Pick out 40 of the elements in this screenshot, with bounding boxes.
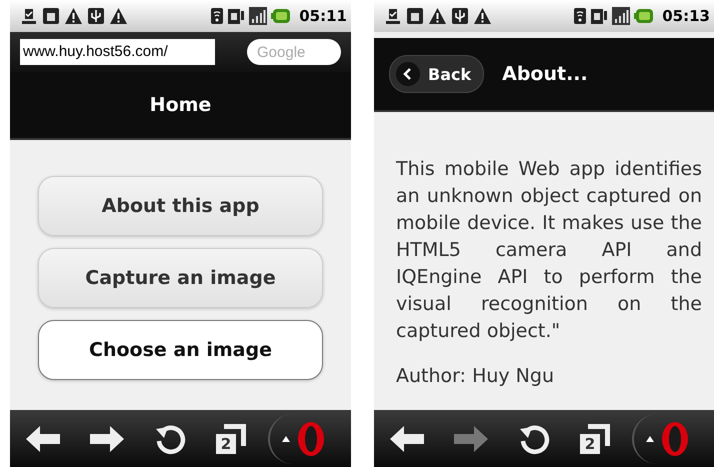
author-text: Author: Huy Ngu (396, 365, 556, 387)
back-arrow-icon[interactable] (26, 424, 60, 452)
warning-icon (64, 7, 83, 25)
logo-icon (296, 420, 326, 458)
menu-button[interactable]: About this app (38, 176, 323, 236)
clock-time: 05:13 (662, 7, 710, 25)
caret-up-icon (646, 436, 654, 442)
wifi-icon (574, 7, 586, 25)
battery-icon (271, 8, 292, 24)
sim-card-icon (590, 7, 608, 25)
download-icon (20, 7, 38, 25)
page-title: About... (502, 63, 588, 85)
back-arrow-icon[interactable] (390, 424, 424, 452)
battery-icon (634, 8, 654, 24)
tabs-button[interactable]: 2 (216, 424, 246, 454)
caret-up-icon (282, 436, 290, 442)
menu-button[interactable]: Choose an image (38, 320, 323, 380)
wifi-icon (211, 7, 224, 25)
chevron-left-icon (396, 62, 420, 86)
usb-icon (87, 7, 105, 25)
reload-icon[interactable] (518, 422, 550, 454)
clock-time: 05:11 (299, 7, 347, 25)
usb-icon (451, 7, 469, 25)
warning-icon (109, 7, 128, 25)
sim-card-icon (227, 7, 246, 25)
forward-arrow-icon[interactable] (90, 424, 124, 452)
menu-button[interactable]: Capture an image (38, 248, 323, 308)
reload-icon[interactable] (154, 422, 186, 454)
signal-icon (249, 7, 268, 25)
download-icon (384, 7, 402, 25)
warning-icon (428, 7, 447, 25)
address-field[interactable]: www.huy.host56.com/ (20, 39, 215, 65)
description-paragraph: This mobile Web app identifies an unknown object captured on mobile device. It makes use the HTML5 camera API and IQEngine API to perform the visual recognition on the captured object." (396, 157, 702, 344)
warning-icon (473, 7, 492, 25)
signal-icon (612, 7, 630, 25)
logo-icon (660, 420, 690, 458)
search-field[interactable]: Google (247, 39, 341, 65)
tabs-button[interactable]: 2 (580, 424, 610, 454)
back-button[interactable]: Back (389, 55, 484, 93)
page-title: Home (150, 94, 212, 116)
